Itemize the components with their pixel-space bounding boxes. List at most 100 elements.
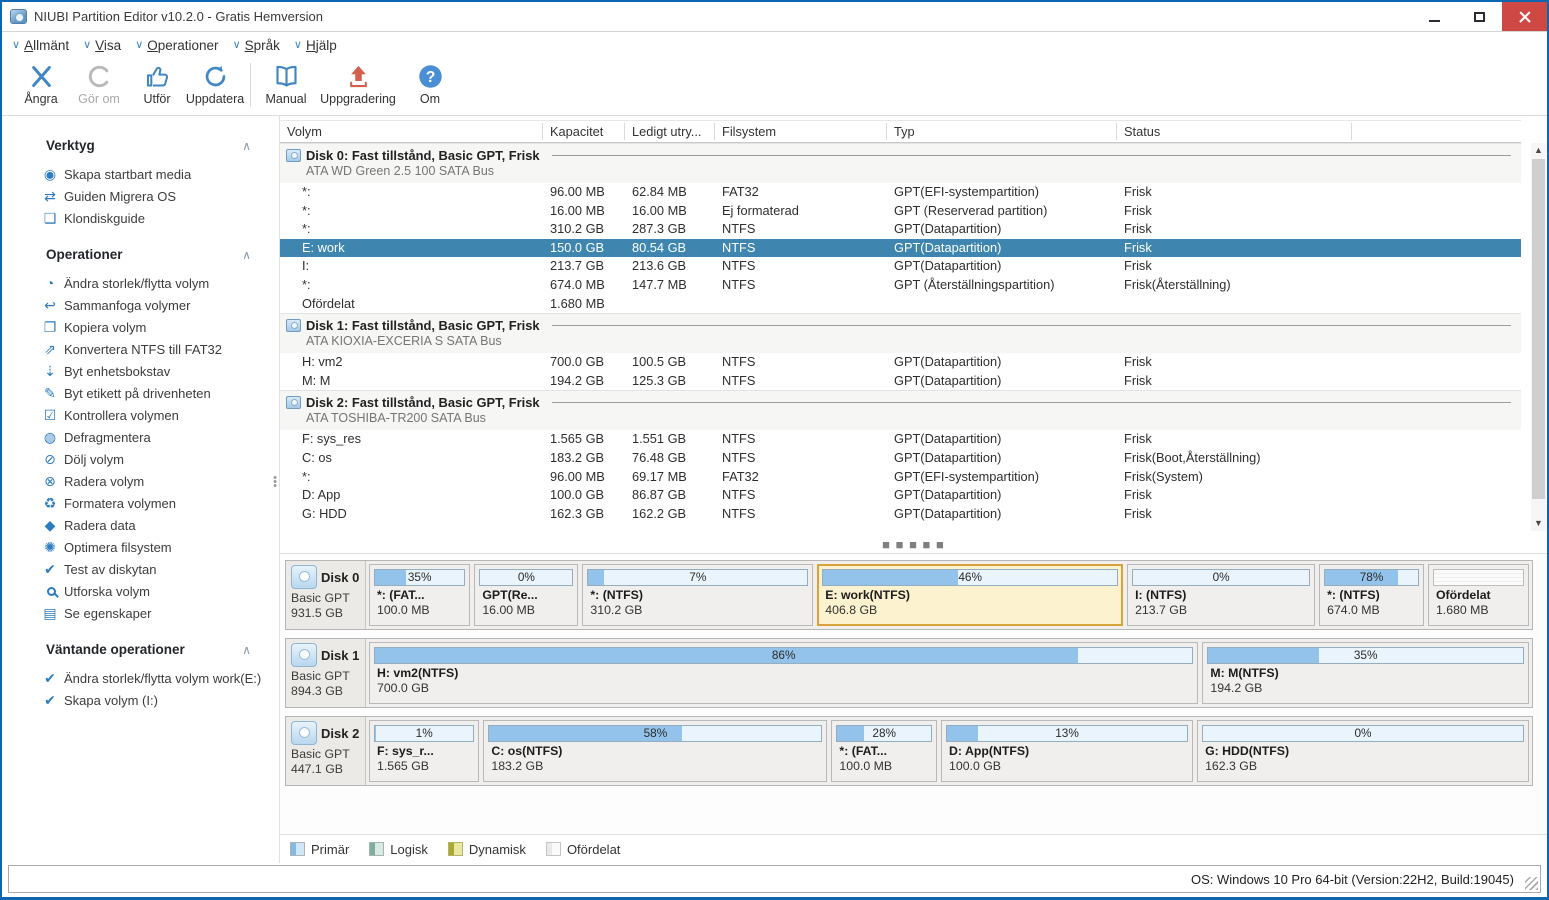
optimize-filesystem-icon: ✺ bbox=[44, 539, 56, 555]
close-icon bbox=[1519, 11, 1531, 23]
table-row[interactable]: *: 96.00 MB 69.17 MB FAT32 GPT(EFI-systempar… bbox=[280, 468, 1521, 487]
partition-block-selected[interactable]: 46% E: work(NTFS) 406.8 GB bbox=[817, 564, 1124, 626]
sidebar-item-klondiskguide[interactable]: ❏ Klondiskguide bbox=[2, 207, 279, 229]
table-row[interactable]: D: App 100.0 GB 86.87 GB NTFS GPT(Datapartit… bbox=[280, 486, 1521, 505]
section-vantande-operationer[interactable]: Väntande operationer ∧ bbox=[2, 642, 279, 657]
partition-block[interactable]: 58% C: os(NTFS) 183.2 GB bbox=[483, 720, 828, 782]
scroll-up-icon[interactable]: ▲ bbox=[1531, 143, 1546, 158]
table-row[interactable]: I: 213.7 GB 213.6 GB NTFS GPT(Datapartition)… bbox=[280, 257, 1521, 276]
partition-block[interactable]: 86% H: vm2(NTFS) 700.0 GB bbox=[369, 642, 1199, 704]
svg-text:?: ? bbox=[425, 69, 435, 86]
resize-grip-icon[interactable] bbox=[1525, 877, 1538, 890]
sidebar-item-sammanfoga[interactable]: ↩ Sammanfoga volymer bbox=[2, 294, 279, 316]
menu-visa[interactable]: ∨ Visa bbox=[83, 38, 121, 53]
unallocated-block[interactable]: Ofördelat 1.680 MB bbox=[1427, 564, 1529, 626]
disk1-panel: Disk 1 Basic GPT 894.3 GB 86% H: vm2(NTF… bbox=[285, 638, 1533, 708]
scroll-down-icon[interactable]: ▼ bbox=[1531, 516, 1546, 531]
disk2-info[interactable]: Disk 2 Basic GPT 447.1 GB bbox=[286, 717, 366, 785]
apply-button[interactable]: Utför bbox=[128, 59, 186, 115]
table-row[interactable]: *: 16.00 MB 16.00 MB Ej formaterad GPT (Rese… bbox=[280, 202, 1521, 221]
undo-button[interactable]: Ångra bbox=[12, 59, 70, 115]
partition-block[interactable]: 28% *: (FAT... 100.0 MB bbox=[831, 720, 938, 782]
upgrade-arrow-icon bbox=[349, 65, 367, 88]
table-row[interactable]: *: 674.0 MB 147.7 MB NTFS GPT (Återställning… bbox=[280, 276, 1521, 295]
table-row[interactable]: F: sys_res 1.565 GB 1.551 GB NTFS GPT(Datapa… bbox=[280, 430, 1521, 449]
menu-sprak[interactable]: ∨ Språk bbox=[233, 38, 280, 53]
chevron-up-icon: ∧ bbox=[242, 642, 251, 657]
partition-block[interactable]: 13% D: App(NTFS) 100.0 GB bbox=[941, 720, 1194, 782]
refresh-icon bbox=[205, 65, 225, 87]
sidebar-item-skapa-startbart-media[interactable]: ◉ Skapa startbart media bbox=[2, 163, 279, 185]
sidebar-item-kopiera[interactable]: ❐ Kopiera volym bbox=[2, 316, 279, 338]
volume-table: Volym Kapacitet Ledigt utry... Filsystem… bbox=[280, 116, 1547, 537]
sidebar-item-byt-enhetsbokstav[interactable]: ⇣ Byt enhetsbokstav bbox=[2, 360, 279, 382]
menu-operationer[interactable]: ∨ Operationer bbox=[135, 38, 218, 53]
sidebar-item-defragmentera[interactable]: ◍ Defragmentera bbox=[2, 426, 279, 448]
partition-block[interactable]: 78% *: (NTFS) 674.0 MB bbox=[1319, 564, 1424, 626]
section-verktyg[interactable]: Verktyg ∧ bbox=[2, 138, 279, 153]
partition-block[interactable]: 35% M: M(NTFS) 194.2 GB bbox=[1202, 642, 1529, 704]
disk1-info[interactable]: Disk 1 Basic GPT 894.3 GB bbox=[286, 639, 366, 707]
sidebar-item-guiden-migrera-os[interactable]: ⇄ Guiden Migrera OS bbox=[2, 185, 279, 207]
sidebar-item-konvertera[interactable]: ⇗ Konvertera NTFS till FAT32 bbox=[2, 338, 279, 360]
close-button[interactable] bbox=[1502, 2, 1547, 31]
column-typ[interactable]: Typ bbox=[887, 123, 1117, 140]
properties-icon: ▤ bbox=[43, 605, 57, 621]
legend: Primär Logisk Dynamisk Ofördelat bbox=[280, 834, 1547, 863]
scrollbar-thumb[interactable] bbox=[1532, 159, 1545, 499]
table-row[interactable]: *: 310.2 GB 287.3 GB NTFS GPT(Datapartition)… bbox=[280, 220, 1521, 239]
table-header: Volym Kapacitet Ledigt utry... Filsystem… bbox=[280, 120, 1521, 143]
column-filsystem[interactable]: Filsystem bbox=[715, 123, 887, 140]
table-row[interactable]: M: M 194.2 GB 125.3 GB NTFS GPT(Datapartitio… bbox=[280, 372, 1521, 391]
column-volym[interactable]: Volym bbox=[280, 123, 543, 140]
menu-allmant[interactable]: ∨ Allmänt bbox=[12, 38, 69, 53]
partition-block[interactable]: 35% *: (FAT... 100.0 MB bbox=[369, 564, 471, 626]
table-row[interactable]: Ofördelat 1.680 MB bbox=[280, 295, 1521, 314]
sidebar-item-radera-volym[interactable]: ⊗ Radera volym bbox=[2, 470, 279, 492]
partition-block[interactable]: 7% *: (NTFS) 310.2 GB bbox=[582, 564, 814, 626]
column-ledigt[interactable]: Ledigt utry... bbox=[625, 123, 715, 140]
column-kapacitet[interactable]: Kapacitet bbox=[543, 123, 625, 140]
horizontal-splitter[interactable]: ■ ■ ■ ■ ■ bbox=[280, 537, 1547, 554]
vertical-scrollbar[interactable]: ▲ ▼ bbox=[1531, 143, 1546, 531]
sidebar-item-egenskaper[interactable]: ▤ Se egenskaper bbox=[2, 602, 279, 624]
sidebar-item-optimera[interactable]: ✺ Optimera filsystem bbox=[2, 536, 279, 558]
column-status[interactable]: Status bbox=[1117, 123, 1352, 140]
refresh-button[interactable]: Uppdatera bbox=[186, 59, 244, 115]
sidebar-splitter[interactable]: • • • bbox=[273, 473, 277, 492]
about-button[interactable]: ? Om bbox=[401, 59, 459, 115]
table-row[interactable]: H: vm2 700.0 GB 100.5 GB NTFS GPT(Datapartit… bbox=[280, 353, 1521, 372]
redo-button[interactable]: Gör om bbox=[70, 59, 128, 115]
upgrade-button[interactable]: Uppgradering bbox=[315, 59, 401, 115]
unallocated-swatch-icon bbox=[545, 842, 561, 856]
delete-volume-icon: ⊗ bbox=[44, 473, 56, 489]
table-row-selected[interactable]: E: work 150.0 GB 80.54 GB NTFS GPT(Dataparti… bbox=[280, 238, 1521, 258]
pending-op-resize-work[interactable]: ✔ Ändra storlek/flytta volym work(E:) bbox=[2, 667, 279, 689]
partition-block[interactable]: 0% GPT(Re... 16.00 MB bbox=[474, 564, 579, 626]
sidebar-item-kontrollera[interactable]: ☑ Kontrollera volymen bbox=[2, 404, 279, 426]
section-operationer[interactable]: Operationer ∧ bbox=[2, 247, 279, 262]
partition-block[interactable]: 0% I: (NTFS) 213.7 GB bbox=[1127, 564, 1316, 626]
defragment-icon: ◍ bbox=[43, 429, 57, 445]
sidebar-item-formatera[interactable]: ♻ Formatera volymen bbox=[2, 492, 279, 514]
sidebar-item-dolj-volym[interactable]: ⊘ Dölj volym bbox=[2, 448, 279, 470]
menu-hjalp[interactable]: ∨ Hjälp bbox=[294, 38, 337, 53]
table-row[interactable]: *: 96.00 MB 62.84 MB FAT32 GPT(EFI-systempar… bbox=[280, 183, 1521, 202]
table-row[interactable]: C: os 183.2 GB 76.48 GB NTFS GPT(Datapartiti… bbox=[280, 449, 1521, 468]
table-row[interactable]: G: HDD 162.3 GB 162.2 GB NTFS GPT(Datapartit… bbox=[280, 505, 1521, 524]
chevron-down-icon: ∨ bbox=[12, 39, 21, 51]
legend-dynamisk: Dynamisk bbox=[447, 842, 526, 857]
partition-block[interactable]: 1% F: sys_r... 1.565 GB bbox=[369, 720, 480, 782]
disk0-info[interactable]: Disk 0 Basic GPT 931.5 GB bbox=[286, 561, 366, 629]
manual-button[interactable]: Manual bbox=[257, 59, 315, 115]
sidebar-item-test-diskytan[interactable]: ✔ Test av diskytan bbox=[2, 558, 279, 580]
sidebar-item-byt-etikett[interactable]: ✎ Byt etikett på drivenheten bbox=[2, 382, 279, 404]
sidebar-item-andra-storlek[interactable]: ◔ Ändra storlek/flytta volym bbox=[2, 272, 279, 294]
maximize-button[interactable] bbox=[1457, 2, 1502, 31]
pending-op-create-volume[interactable]: ✔ Skapa volym (I:) bbox=[2, 689, 279, 711]
minimize-button[interactable] bbox=[1412, 2, 1457, 31]
sidebar-item-radera-data[interactable]: ◆ Radera data bbox=[2, 514, 279, 536]
partition-block[interactable]: 0% G: HDD(NTFS) 162.3 GB bbox=[1197, 720, 1529, 782]
sidebar-item-utforska[interactable]: Utforska volym bbox=[2, 580, 279, 602]
status-bar: OS: Windows 10 Pro 64-bit (Version:22H2,… bbox=[8, 865, 1541, 893]
